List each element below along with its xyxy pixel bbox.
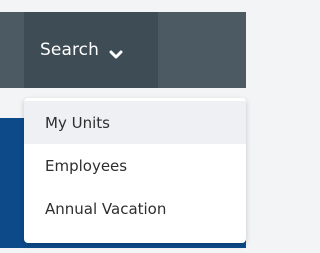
menu-item-my-units[interactable]: My Units <box>24 101 246 144</box>
top-strip <box>0 0 246 12</box>
menu-item-label: Employees <box>45 156 128 175</box>
chevron-down-icon <box>109 45 123 59</box>
menu-item-label: My Units <box>45 113 110 132</box>
search-dropdown-menu: My Units Employees Annual Vacation <box>24 98 246 243</box>
menu-item-annual-vacation[interactable]: Annual Vacation <box>24 187 246 230</box>
search-menu-label: Search <box>40 40 100 60</box>
search-menu-button[interactable]: Search <box>24 12 158 88</box>
menu-item-label: Annual Vacation <box>45 199 167 218</box>
menu-item-employees[interactable]: Employees <box>24 144 246 187</box>
